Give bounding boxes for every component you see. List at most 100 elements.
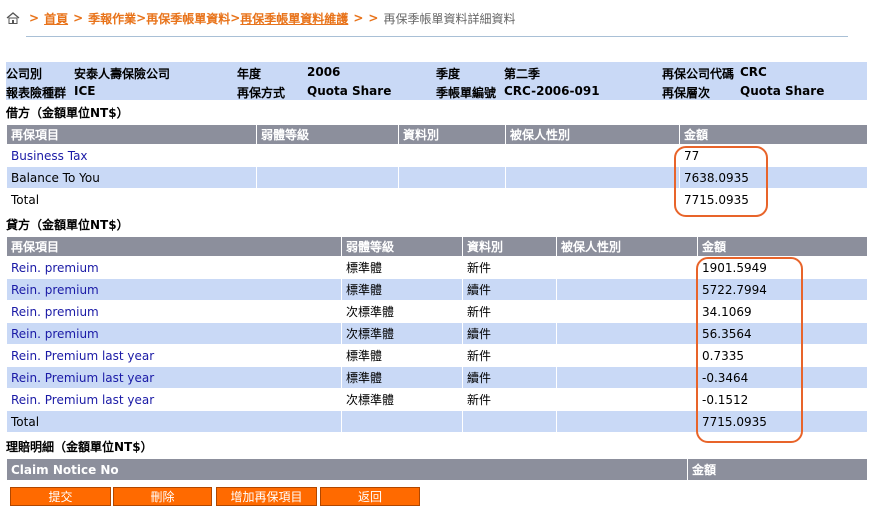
home-icon[interactable] [6,12,20,24]
credit-item-link[interactable]: Rein. Premium last year [6,388,342,411]
table-row: Rein. Premium last year 次標準體 新件 -0.1512 [6,388,868,411]
col-header-grade: 弱體等級 [256,124,399,145]
amount-cell: 7715.0935 [697,410,868,433]
submit-button[interactable]: 提交 [10,487,111,506]
item-cell: Total [6,410,342,433]
breadcrumb-bill-data-link[interactable]: 再保季帳單資料 [146,10,230,27]
breadcrumb-separator: > [353,11,364,25]
sex-cell [556,410,698,433]
credit-section-title: 貸方（金額單位NT$） [6,218,129,232]
kind-cell: 續件 [462,366,557,389]
year-label: 年度 [237,67,262,81]
breadcrumb-home-link[interactable]: 首頁 [44,10,68,27]
sex-cell [556,344,698,367]
breadcrumb-separator: > [73,11,84,25]
kind-cell [398,188,506,211]
table-row: Balance To You 7638.0935 [6,166,868,189]
debit-table: 再保項目 弱體等級 資料別 被保人性別 金額 Business Tax 77 B… [6,124,868,211]
year-value: 2006 [307,65,341,79]
report-type-value: ICE [74,84,96,98]
table-row: Rein. Premium last year 標準體 新件 0.7335 [6,344,868,367]
kind-cell: 新件 [462,256,557,279]
col-header-amount: 金額 [679,124,868,145]
col-header-item: 再保項目 [6,236,342,257]
amount-cell: 5722.7994 [697,278,868,301]
claims-table-header: Claim Notice No 金額 [6,458,868,481]
company-label: 公司別 [6,67,43,81]
delete-button[interactable]: 刪除 [113,487,212,506]
breadcrumb-separator: > [136,11,147,25]
reins-method-value: Quota Share [307,84,392,98]
grade-cell: 標準體 [341,278,463,301]
table-row: Total 7715.0935 [6,188,868,211]
breadcrumb-current: 再保季帳單資料詳細資料 [383,11,516,26]
col-header-kind: 資料別 [462,236,557,257]
quarter-label: 季度 [436,67,461,81]
amount-cell: 77 [679,144,868,167]
table-row: Rein. Premium last year 標準體 續件 -0.3464 [6,366,868,389]
debit-item-link[interactable]: Business Tax [6,144,257,167]
grade-cell: 次標準體 [341,322,463,345]
amount-cell: 0.7335 [697,344,868,367]
table-row: Rein. premium 次標準體 新件 34.1069 [6,300,868,323]
item-cell: Balance To You [6,166,257,189]
kind-cell [398,166,506,189]
col-header-sex: 被保人性別 [556,236,698,257]
amount-cell: 7638.0935 [679,166,868,189]
back-button[interactable]: 返回 [320,487,420,506]
credit-item-link[interactable]: Rein. Premium last year [6,344,342,367]
grade-cell: 標準體 [341,256,463,279]
table-row: Total 7715.0935 [6,410,868,433]
amount-cell: 56.3564 [697,322,868,345]
sex-cell [556,388,698,411]
kind-cell: 續件 [462,278,557,301]
reins-layer-label: 再保層次 [662,86,711,100]
debit-section-title: 借方（金額單位NT$） [6,106,129,120]
reins-layer-value: Quota Share [740,84,825,98]
kind-cell: 新件 [462,388,557,411]
kind-cell: 新件 [462,344,557,367]
col-header-amount: 金額 [687,458,868,481]
credit-table: 再保項目 弱體等級 資料別 被保人性別 金額 Rein. premium 標準體… [6,236,868,433]
credit-item-link[interactable]: Rein. premium [6,322,342,345]
table-row: Rein. premium 標準體 新件 1901.5949 [6,256,868,279]
breadcrumb-divider [26,36,848,37]
reins-code-label: 再保公司代碼 [662,67,735,81]
breadcrumb-quarterly-link[interactable]: 季報作業 [88,10,136,27]
breadcrumb: > 首頁 > 季報作業 > 再保季帳單資料 > 再保季帳單資料維護 > > 再保… [6,8,515,28]
col-header-amount: 金額 [697,236,868,257]
amount-cell: -0.1512 [697,388,868,411]
grade-cell: 標準體 [341,366,463,389]
grade-cell: 標準體 [341,344,463,367]
amount-cell: 7715.0935 [679,188,868,211]
item-cell: Total [6,188,257,211]
add-reins-item-button[interactable]: 增加再保項目 [216,487,317,506]
credit-item-link[interactable]: Rein. premium [6,278,342,301]
sex-cell [505,144,680,167]
grade-cell: 次標準體 [341,300,463,323]
grade-cell: 次標準體 [341,388,463,411]
bill-no-label: 季帳單編號 [436,86,497,100]
amount-cell: 34.1069 [697,300,868,323]
breadcrumb-maintenance-link[interactable]: 再保季帳單資料維護 [240,10,348,27]
bill-no-value: CRC-2006-091 [504,84,600,98]
debit-table-header: 再保項目 弱體等級 資料別 被保人性別 金額 [6,124,868,145]
claims-section-title: 理賠明細（金額單位NT$） [6,440,153,454]
kind-cell [398,144,506,167]
sex-cell [556,322,698,345]
breadcrumb-separator: > [368,11,379,25]
amount-cell: 1901.5949 [697,256,868,279]
col-header-claim-no: Claim Notice No [6,458,688,481]
table-row: Rein. premium 標準體 續件 5722.7994 [6,278,868,301]
reins-method-label: 再保方式 [237,86,286,100]
credit-item-link[interactable]: Rein. premium [6,256,342,279]
company-value: 安泰人壽保險公司 [74,67,171,81]
report-type-label: 報表險種群 [6,86,67,100]
credit-table-header: 再保項目 弱體等級 資料別 被保人性別 金額 [6,236,868,257]
grade-cell [256,144,399,167]
credit-item-link[interactable]: Rein. premium [6,300,342,323]
table-row: Business Tax 77 [6,144,868,167]
sex-cell [505,166,680,189]
credit-item-link[interactable]: Rein. Premium last year [6,366,342,389]
table-row: Rein. premium 次標準體 續件 56.3564 [6,322,868,345]
